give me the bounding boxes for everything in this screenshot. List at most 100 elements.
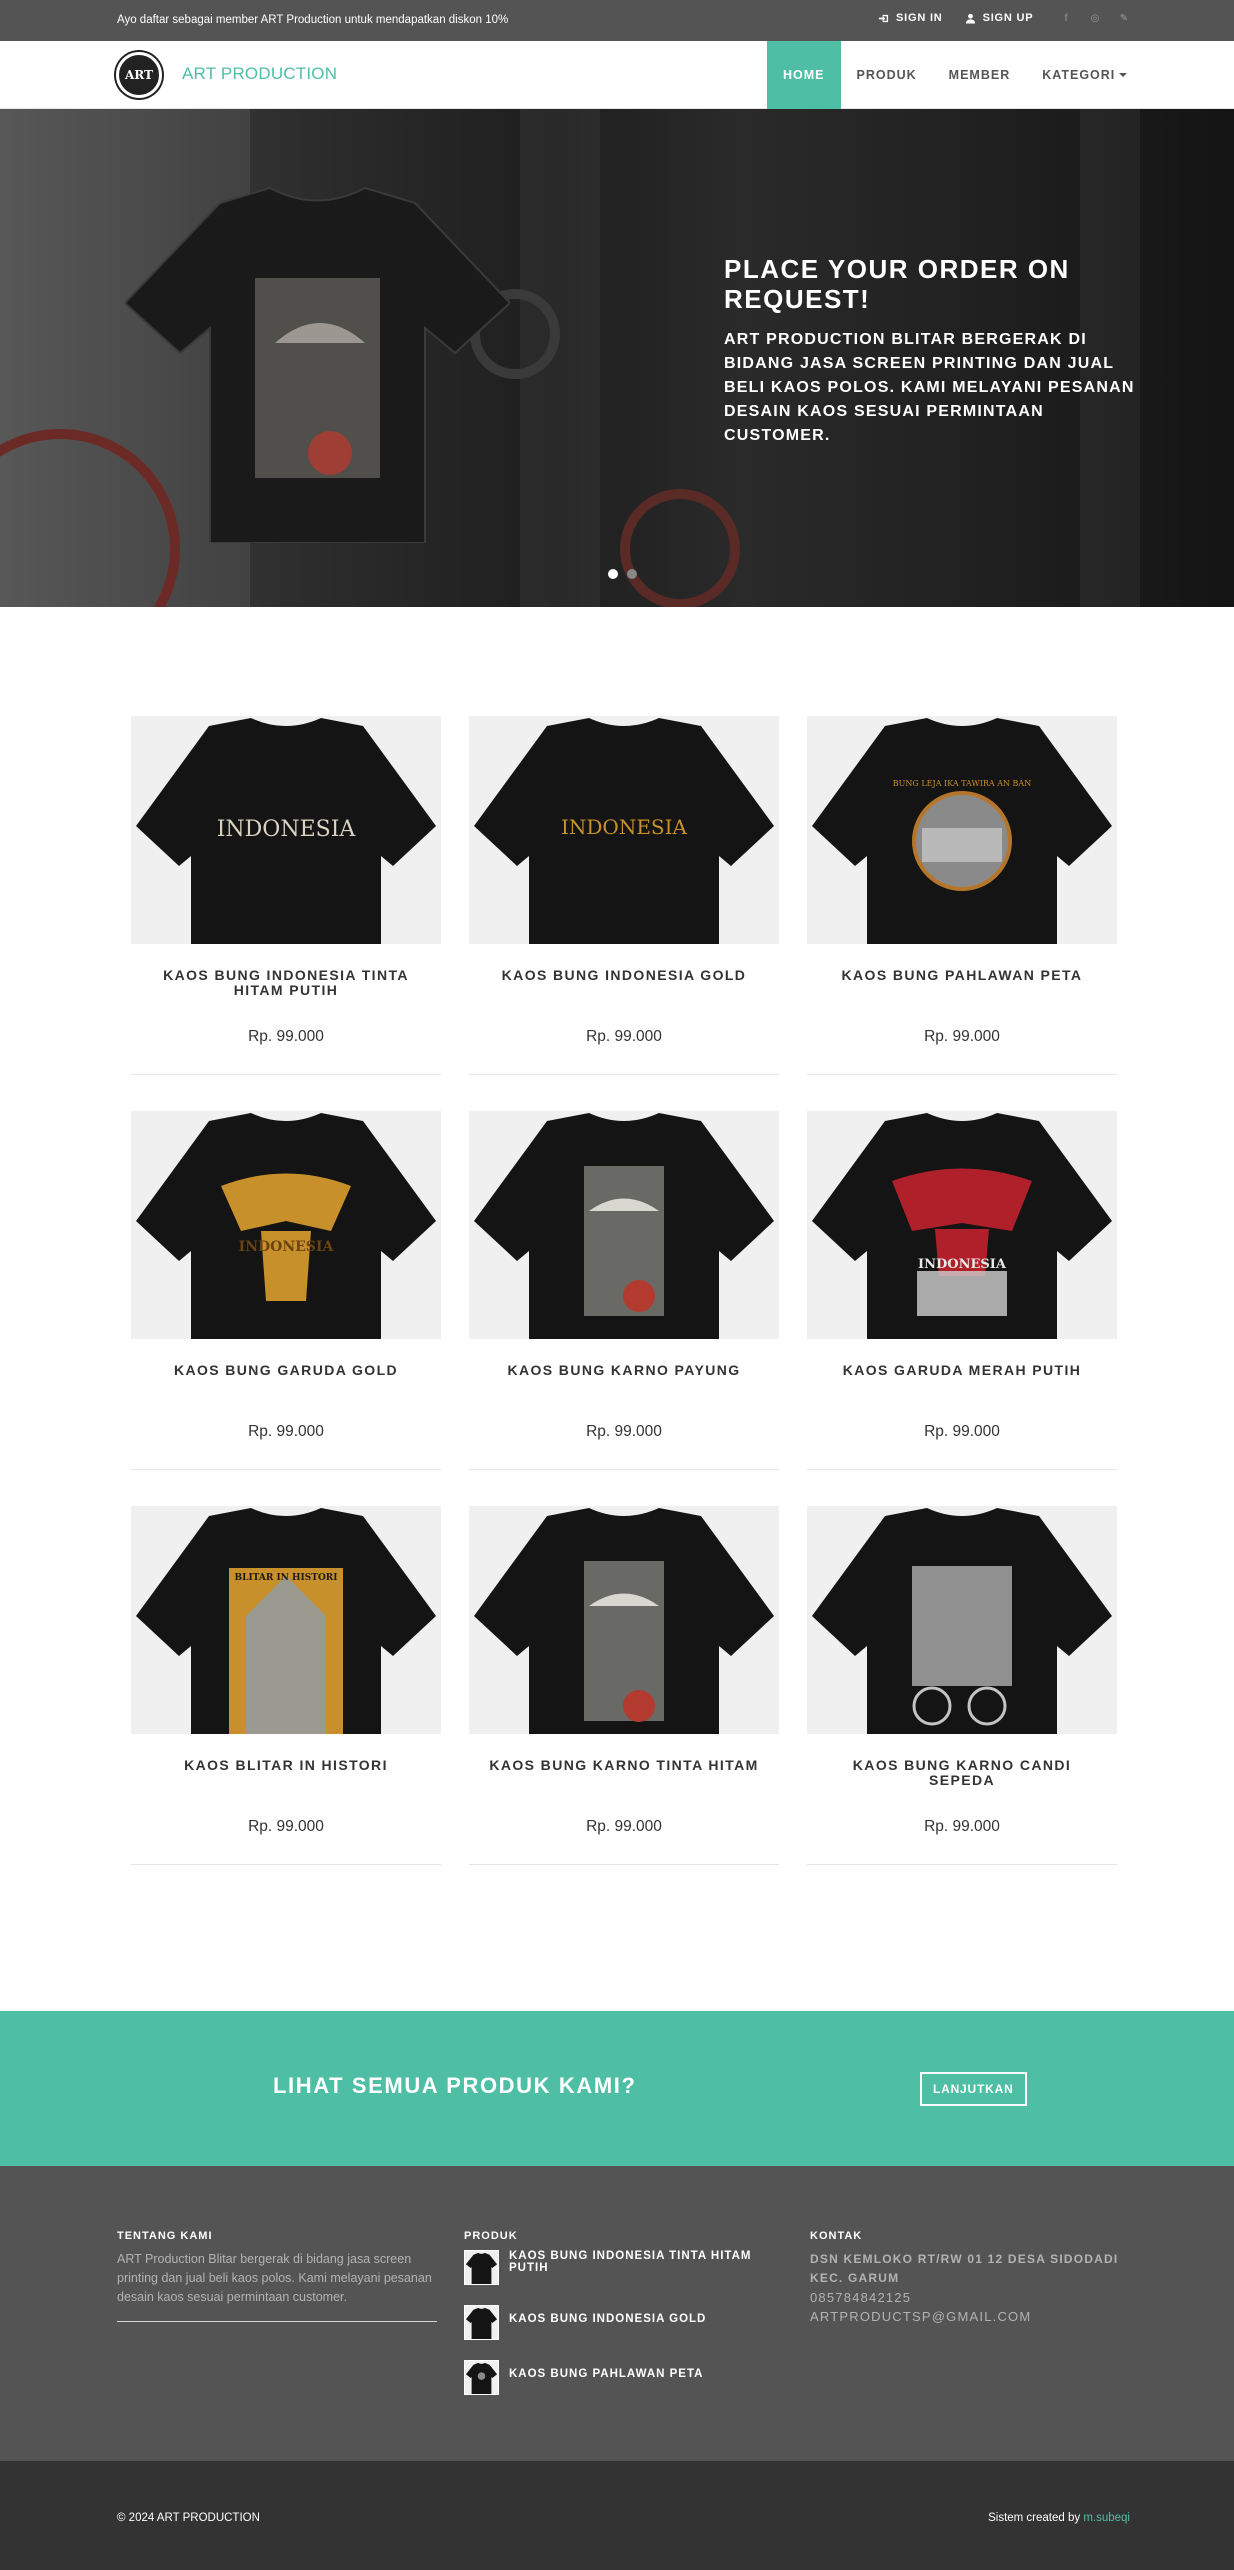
sign-in-link[interactable]: SIGN IN xyxy=(878,12,943,24)
shirt-image: BUNG LEJA IKA TAWIRA AN BAN xyxy=(812,718,1112,944)
hero-description: ART PRODUCTION BLITAR BERGERAK DI BIDANG… xyxy=(724,331,1135,444)
product-image[interactable]: BLITAR IN HISTORI xyxy=(131,1506,441,1734)
product-image[interactable]: INDONESIA xyxy=(469,716,779,944)
footer-about: TENTANG KAMI ART Production Blitar berge… xyxy=(117,2230,437,2322)
product-card[interactable]: BLITAR IN HISTORI KAOS BLITAR IN HISTORI… xyxy=(131,1506,441,1865)
footer-product-item[interactable]: KAOS BUNG PAHLAWAN PETA xyxy=(464,2360,769,2395)
lanjutkan-button[interactable]: LANJUTKAN xyxy=(920,2072,1027,2106)
facebook-icon[interactable]: f xyxy=(1060,13,1072,24)
shirt-image: INDONESIA xyxy=(136,718,436,944)
shirt-print-text: INDONESIA xyxy=(239,1239,335,1255)
social-links: f ◎ ✎ xyxy=(1060,13,1130,24)
product-thumbnail xyxy=(464,2250,499,2285)
contact-email[interactable]: ARTPRODUCTSP@GMAIL.COM xyxy=(810,2307,1140,2326)
logo[interactable]: ART xyxy=(116,52,162,98)
product-card[interactable]: INDONESIA KAOS BUNG GARUDA GOLD Rp. 99.0… xyxy=(131,1111,441,1470)
product-card[interactable]: BUNG LEJA IKA TAWIRA AN BAN KAOS BUNG PA… xyxy=(807,716,1117,1075)
navbar: ART ART PRODUCTION HOME PRODUK MEMBER KA… xyxy=(0,41,1234,109)
cta-text: LIHAT SEMUA PRODUK KAMI? xyxy=(273,2073,637,2098)
footer-product-item[interactable]: KAOS BUNG INDONESIA GOLD xyxy=(464,2305,769,2340)
product-price: Rp. 99.000 xyxy=(924,1818,1000,1835)
footer-product-name: KAOS BUNG INDONESIA GOLD xyxy=(509,2313,707,2325)
product-price: Rp. 99.000 xyxy=(586,1818,662,1835)
shirt-image: BLITAR IN HISTORI xyxy=(136,1508,436,1734)
product-card[interactable]: INDONESIA KAOS GARUDA MERAH PUTIH Rp. 99… xyxy=(807,1111,1117,1470)
user-icon xyxy=(965,13,975,24)
sign-up-label: SIGN UP xyxy=(982,12,1034,24)
product-price: Rp. 99.000 xyxy=(586,1423,662,1440)
product-price: Rp. 99.000 xyxy=(248,1818,324,1835)
top-bar: Ayo daftar sebagai member ART Production… xyxy=(0,0,1234,41)
carousel-dot-1[interactable] xyxy=(608,569,618,579)
product-price: Rp. 99.000 xyxy=(248,1423,324,1440)
product-image[interactable] xyxy=(807,1506,1117,1734)
footer-contact-title: KONTAK xyxy=(810,2230,863,2242)
nav-kategori-dropdown[interactable]: KATEGORI xyxy=(1026,41,1143,109)
product-card[interactable]: KAOS BUNG KARNO CANDI SEPEDA Rp. 99.000 xyxy=(807,1506,1117,1865)
product-price: Rp. 99.000 xyxy=(924,1423,1000,1440)
product-image[interactable] xyxy=(469,1506,779,1734)
sign-up-link[interactable]: SIGN UP xyxy=(965,12,1034,24)
nav-member[interactable]: MEMBER xyxy=(933,41,1027,109)
credit-author-link[interactable]: m.subeqi xyxy=(1083,2512,1130,2524)
footer-product-name: KAOS BUNG INDONESIA TINTA HITAM PUTIH xyxy=(509,2250,752,2274)
footer-product-item[interactable]: KAOS BUNG INDONESIA TINTA HITAM PUTIH xyxy=(464,2250,769,2285)
brand-name[interactable]: ART PRODUCTION xyxy=(182,64,337,84)
link-icon[interactable]: ✎ xyxy=(1118,13,1130,24)
shirt-image: INDONESIA xyxy=(136,1113,436,1339)
shirt-image xyxy=(474,1508,774,1734)
product-image[interactable]: INDONESIA xyxy=(131,716,441,944)
footer-about-text: ART Production Blitar bergerak di bidang… xyxy=(117,2252,432,2304)
shirt-image xyxy=(474,1113,774,1339)
main-nav: HOME PRODUK MEMBER KATEGORI xyxy=(767,41,1143,109)
product-name[interactable]: KAOS GARUDA MERAH PUTIH xyxy=(827,1363,1097,1378)
product-card[interactable]: INDONESIA KAOS BUNG INDONESIA GOLD Rp. 9… xyxy=(469,716,779,1075)
hero-carousel: PLACE YOUR ORDER ON REQUEST! ART PRODUCT… xyxy=(0,109,1234,607)
auth-links: SIGN IN SIGN UP xyxy=(878,12,1033,24)
sign-in-label: SIGN IN xyxy=(896,12,943,24)
product-card[interactable]: KAOS BUNG KARNO TINTA HITAM Rp. 99.000 xyxy=(469,1506,779,1865)
product-name[interactable]: KAOS BUNG KARNO PAYUNG xyxy=(489,1363,759,1378)
product-image[interactable]: INDONESIA xyxy=(807,1111,1117,1339)
product-name[interactable]: KAOS BLITAR IN HISTORI xyxy=(151,1758,421,1773)
carousel-dot-2[interactable] xyxy=(627,569,637,579)
product-card[interactable]: KAOS BUNG KARNO PAYUNG Rp. 99.000 xyxy=(469,1111,779,1470)
footer-product-name: KAOS BUNG PAHLAWAN PETA xyxy=(509,2368,704,2380)
product-name[interactable]: KAOS BUNG PAHLAWAN PETA xyxy=(827,968,1097,983)
product-thumbnail xyxy=(464,2360,499,2395)
contact-address: DSN KEMLOKO RT/RW 01 12 DESA SIDODADI KE… xyxy=(810,2252,1119,2285)
footer-products-title: PRODUK xyxy=(464,2230,518,2242)
footer-about-title: TENTANG KAMI xyxy=(117,2230,213,2242)
instagram-icon[interactable]: ◎ xyxy=(1089,13,1101,24)
footer-products: PRODUK KAOS BUNG INDONESIA TINTA HITAM P… xyxy=(464,2230,769,2415)
shirt-print-text: INDONESIA xyxy=(217,817,357,842)
footer-contact: KONTAK DSN KEMLOKO RT/RW 01 12 DESA SIDO… xyxy=(810,2230,1140,2326)
product-card[interactable]: INDONESIA KAOS BUNG INDONESIA TINTA HITA… xyxy=(131,716,441,1075)
product-image[interactable]: BUNG LEJA IKA TAWIRA AN BAN xyxy=(807,716,1117,944)
nav-produk[interactable]: PRODUK xyxy=(841,41,933,109)
product-image[interactable]: INDONESIA xyxy=(131,1111,441,1339)
hero-title: PLACE YOUR ORDER ON REQUEST! xyxy=(724,254,1070,314)
product-image[interactable] xyxy=(469,1111,779,1339)
product-thumbnail xyxy=(464,2305,499,2340)
product-name[interactable]: KAOS BUNG INDONESIA GOLD xyxy=(489,968,759,983)
product-name[interactable]: KAOS BUNG KARNO TINTA HITAM xyxy=(489,1758,759,1773)
credit: Sistem created by m.subeqi xyxy=(988,2512,1130,2524)
shirt-print-text: INDONESIA xyxy=(561,815,688,839)
promo-text: Ayo daftar sebagai member ART Production… xyxy=(117,14,509,26)
product-price: Rp. 99.000 xyxy=(248,1028,324,1045)
sign-in-icon xyxy=(878,14,889,22)
product-price: Rp. 99.000 xyxy=(586,1028,662,1045)
nav-home[interactable]: HOME xyxy=(767,41,841,109)
svg-text:BUNG LEJA IKA TAWIRA AN BAN: BUNG LEJA IKA TAWIRA AN BAN xyxy=(893,779,1031,788)
shirt-image: INDONESIA xyxy=(474,718,774,944)
hero-shirt-image xyxy=(125,186,510,543)
contact-phone[interactable]: 085784842125 xyxy=(810,2288,1140,2307)
logo-text: ART xyxy=(124,68,153,82)
product-name[interactable]: KAOS BUNG KARNO CANDI SEPEDA xyxy=(827,1758,1097,1788)
product-name[interactable]: KAOS BUNG GARUDA GOLD xyxy=(151,1363,421,1378)
caret-down-icon xyxy=(1119,73,1128,77)
copyright: © 2024 ART PRODUCTION xyxy=(117,2512,260,2524)
product-name[interactable]: KAOS BUNG INDONESIA TINTA HITAM PUTIH xyxy=(151,968,421,998)
carousel-indicators xyxy=(608,569,637,579)
